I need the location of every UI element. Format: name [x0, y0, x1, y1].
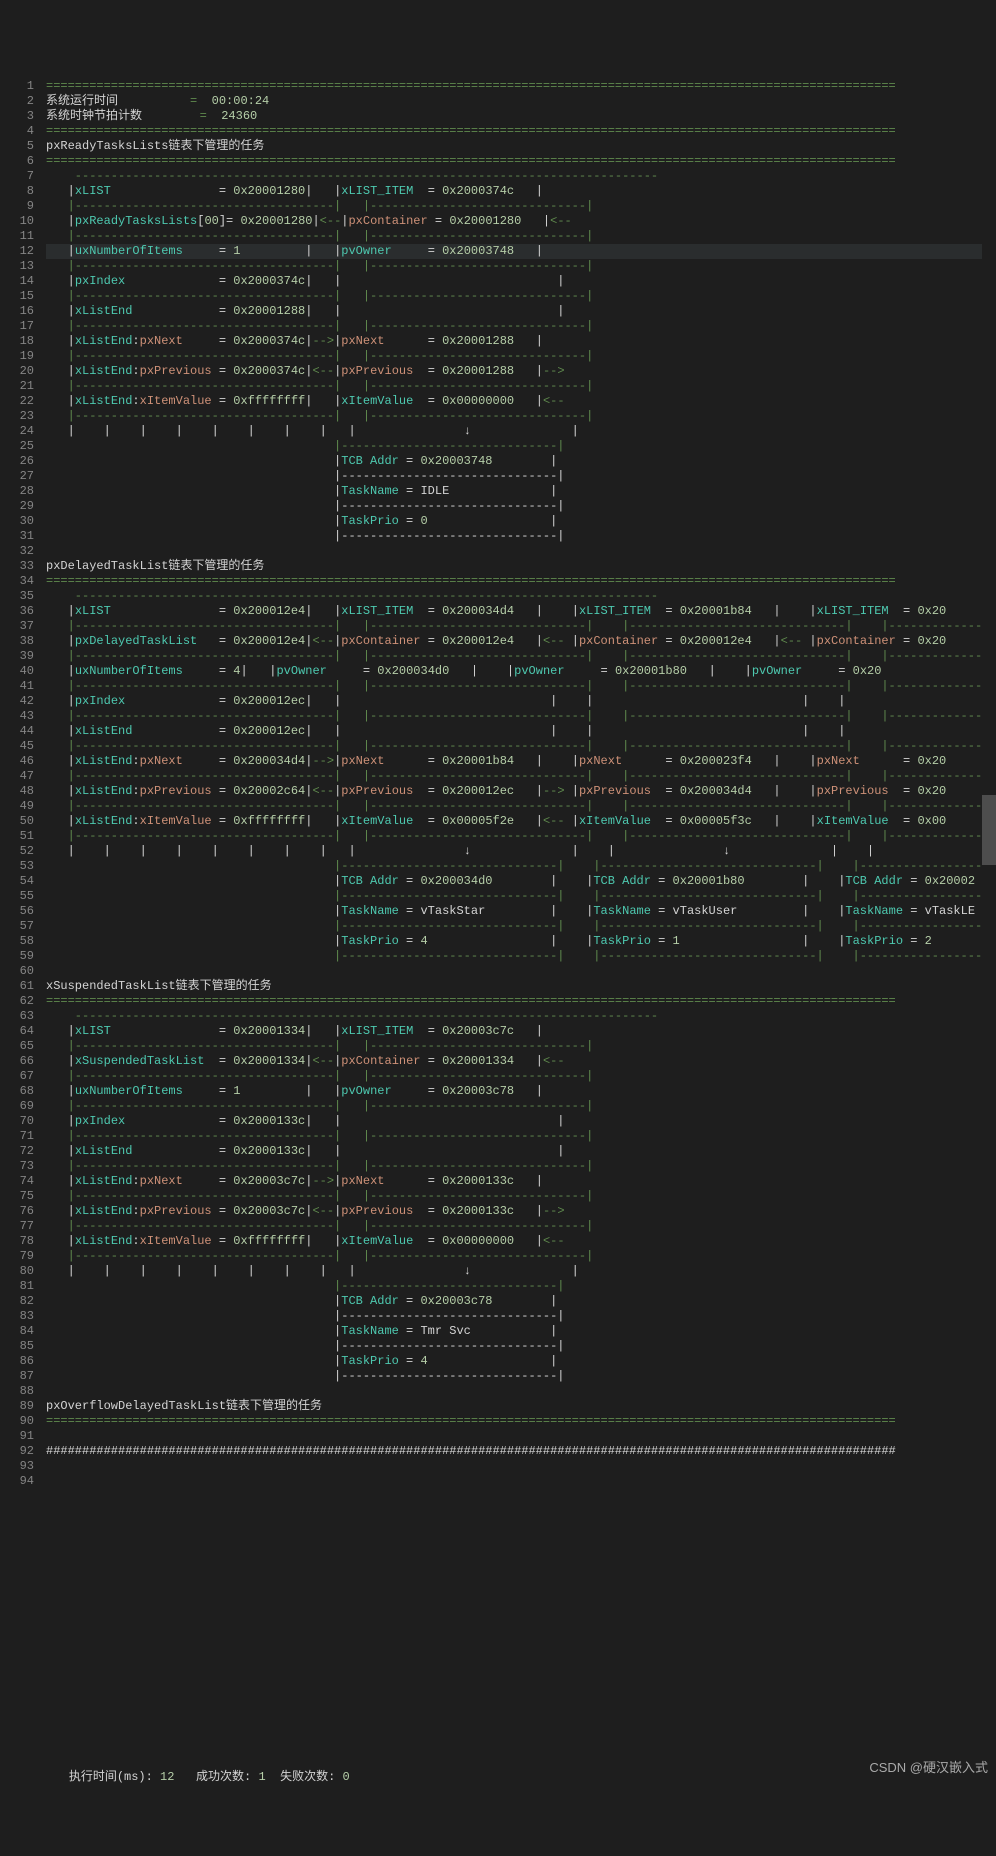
code-editor: 1234567891011121314151617181920212223242…: [0, 75, 996, 1781]
success-label: 成功次数:: [196, 1770, 251, 1784]
scrollbar-thumb[interactable]: [982, 795, 996, 865]
exec-time-value: 12: [160, 1770, 174, 1784]
exec-time-label: 执行时间(ms):: [69, 1770, 153, 1784]
status-bar: 执行时间(ms): 12 成功次数: 1 失败次数: 0: [0, 1751, 996, 1781]
line-number-gutter: 1234567891011121314151617181920212223242…: [0, 75, 46, 1781]
fail-value: 0: [342, 1770, 349, 1784]
watermark-text: CSDN @硬汉嵌入式: [869, 1760, 988, 1775]
scrollbar-track[interactable]: [982, 75, 996, 1781]
code-area[interactable]: ========================================…: [46, 75, 996, 1781]
fail-label: 失败次数:: [280, 1770, 335, 1784]
success-value: 1: [258, 1770, 265, 1784]
